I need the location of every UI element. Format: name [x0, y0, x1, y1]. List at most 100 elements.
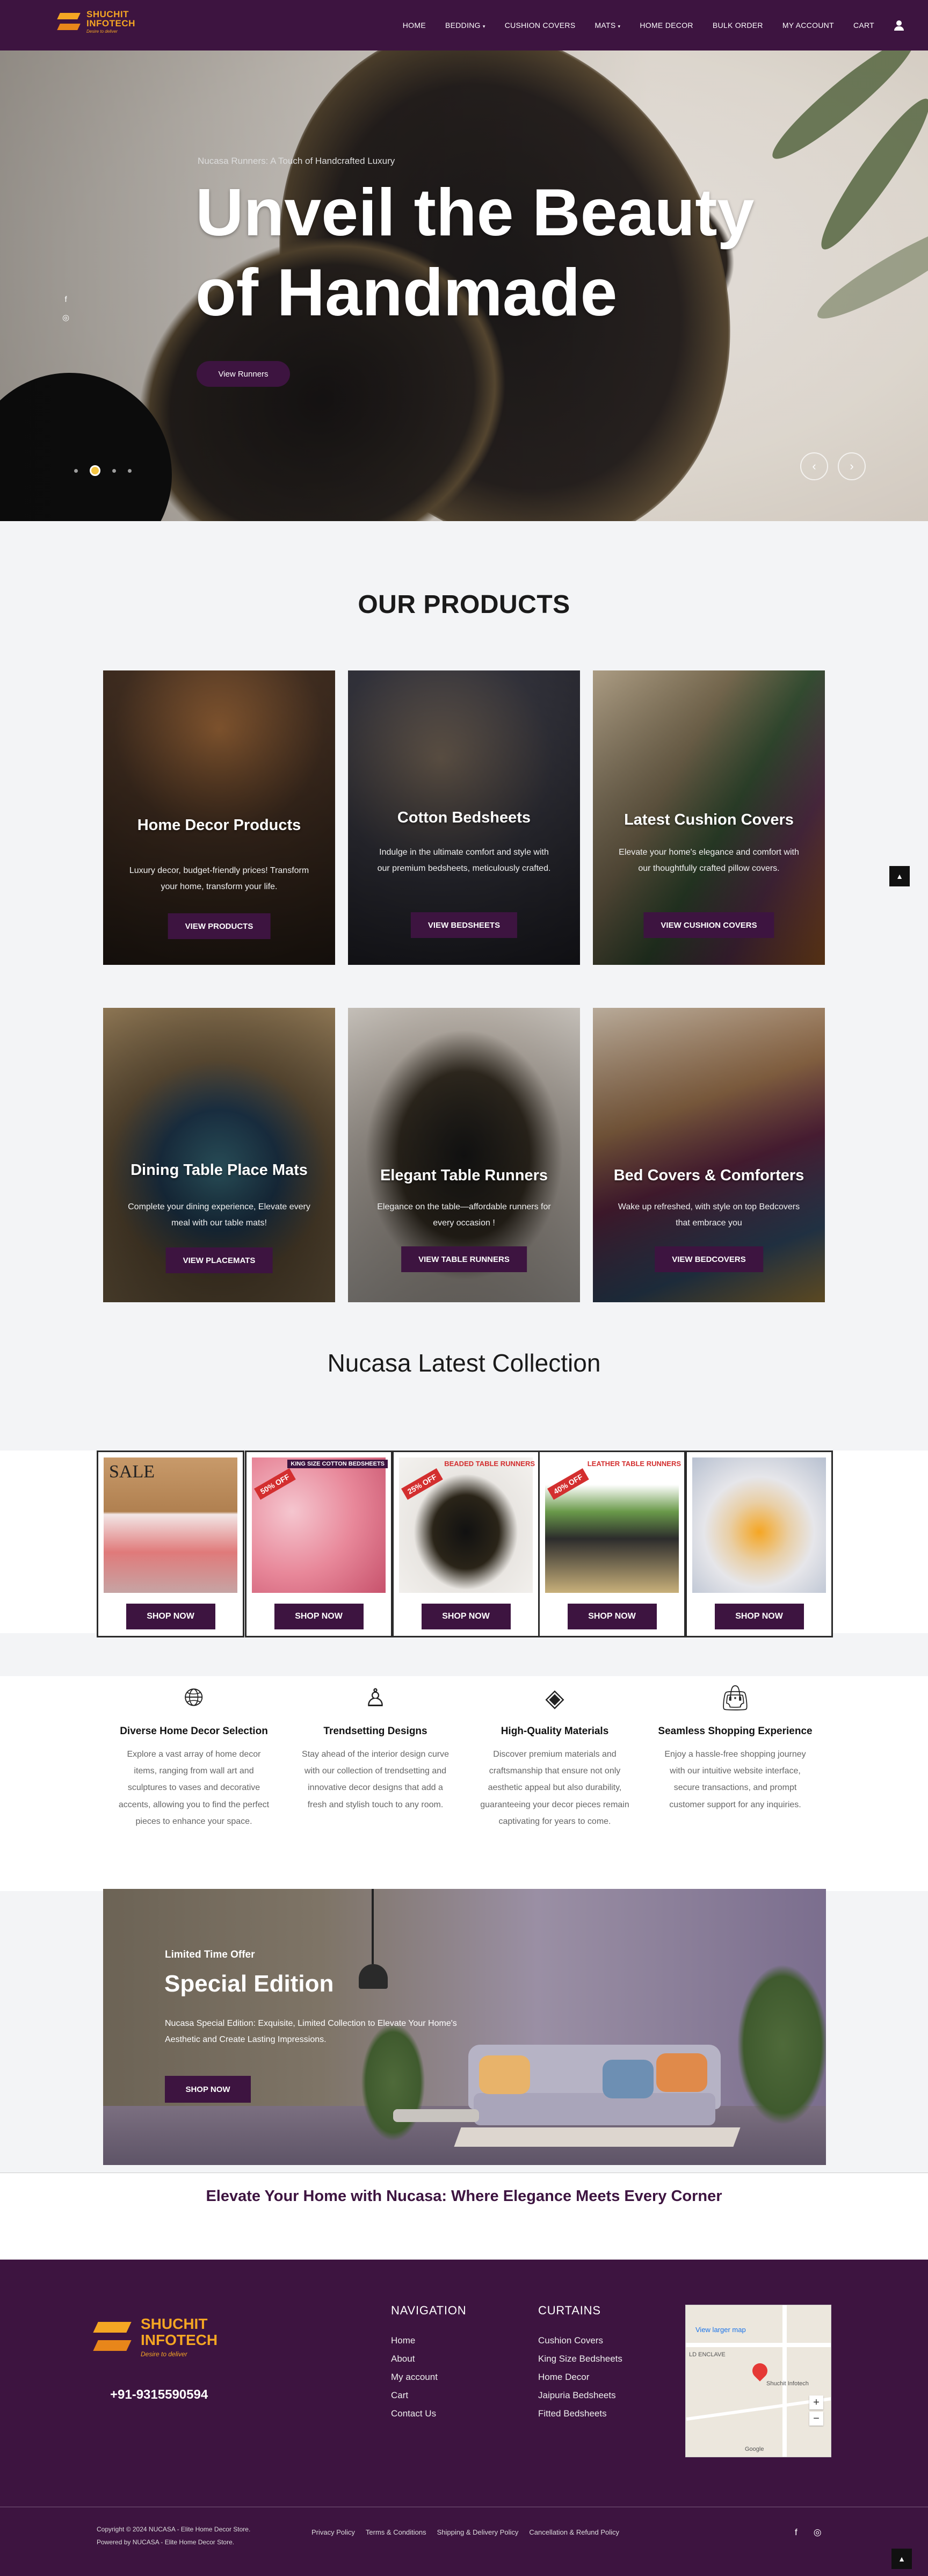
site-footer: SHUCHIT INFOTECH Desire to deliver +91-9…: [0, 2260, 928, 2576]
instagram-icon[interactable]: ◎: [62, 313, 69, 322]
product-card[interactable]: Latest Cushion Covers Elevate your home'…: [593, 670, 825, 965]
main-nav: HOME BEDDING ▾ CUSHION COVERS MATS ▾ HOME …: [403, 0, 904, 50]
product-card[interactable]: Elegant Table Runners Elegance on the ta…: [348, 1008, 580, 1302]
footer-link-fitted[interactable]: Fitted Bedsheets: [538, 2405, 622, 2423]
card-desc: Complete your dining experience, Elevate…: [128, 1202, 310, 1228]
footer-link-my-account[interactable]: My account: [391, 2368, 466, 2386]
hero-title: Unveil the Beauty of Handmade: [195, 176, 755, 330]
card-desc: Elevate your home's elegance and comfort…: [619, 848, 799, 874]
product-card[interactable]: Home Decor Products Luxury decor, budget…: [103, 670, 335, 965]
feature-item: 🌐︎ Diverse Home Decor Selection Explore …: [116, 1682, 272, 1830]
nav-home-decor[interactable]: HOME DECOR: [640, 21, 693, 30]
nav-my-account[interactable]: MY ACCOUNT: [782, 21, 834, 30]
special-edition-banner: Limited Time Offer Special Edition Nucas…: [103, 1889, 826, 2165]
shipping-policy-link[interactable]: Shipping & Delivery Policy: [437, 2528, 519, 2536]
chevron-down-icon: ▾: [618, 24, 621, 29]
view-products-button[interactable]: VIEW PRODUCTS: [168, 913, 271, 939]
footer-link-home[interactable]: Home: [391, 2332, 466, 2350]
footer-navigation: NAVIGATION Home About My account Cart Co…: [391, 2304, 466, 2423]
brand-logo[interactable]: SHUCHIT INFOTECH Desire to deliver: [56, 9, 135, 34]
slider-dot-active[interactable]: [90, 465, 100, 476]
card-title: Dining Table Place Mats: [130, 1161, 308, 1179]
shop-now-button[interactable]: SHOP NOW: [126, 1604, 215, 1629]
view-bedcovers-button[interactable]: VIEW BEDCOVERS: [655, 1246, 763, 1272]
footer-nav-heading: NAVIGATION: [391, 2304, 467, 2317]
slider-prev-icon[interactable]: ‹: [800, 452, 828, 480]
view-larger-map-link[interactable]: View larger map: [695, 2326, 746, 2334]
view-bedsheets-button[interactable]: VIEW BEDSHEETS: [410, 912, 518, 938]
footer-link-about[interactable]: About: [391, 2350, 466, 2368]
view-placemats-button[interactable]: VIEW PLACEMATS: [165, 1247, 273, 1273]
back-to-top-icon[interactable]: ▲: [889, 866, 910, 886]
product-card[interactable]: Bed Covers & Comforters Wake up refreshe…: [593, 1008, 825, 1302]
footer-link-jaipuria[interactable]: Jaipuria Bedsheets: [538, 2386, 622, 2405]
nav-home[interactable]: HOME: [403, 21, 426, 30]
site-header: SHUCHIT INFOTECH Desire to deliver HOME …: [0, 0, 928, 50]
special-shop-now-button[interactable]: SHOP NOW: [165, 2076, 251, 2103]
nav-cart[interactable]: CART: [853, 21, 874, 30]
shop-now-button[interactable]: SHOP NOW: [714, 1604, 804, 1629]
slider-next-icon[interactable]: ›: [838, 452, 866, 480]
latest-item-card[interactable]: 25% OFF BEADED TABLE RUNNERS SHOP NOW: [392, 1451, 540, 1637]
facebook-icon[interactable]: f: [64, 295, 67, 304]
footer-link-home-decor[interactable]: Home Decor: [538, 2368, 622, 2386]
product-card[interactable]: Dining Table Place Mats Complete your di…: [103, 1008, 335, 1302]
card-desc: Wake up refreshed, with style on top Bed…: [618, 1202, 800, 1228]
slider-dot[interactable]: [128, 468, 132, 473]
logo-line2: INFOTECH: [86, 18, 135, 28]
footer-link-cushion-covers[interactable]: Cushion Covers: [538, 2332, 622, 2350]
feature-desc: Stay ahead of the interior design curve …: [302, 1750, 449, 1809]
hero-social: f ◎: [62, 295, 69, 322]
feature-item: 👜︎ Seamless Shopping Experience Enjoy a …: [657, 1682, 813, 1813]
item-label: KING SIZE COTTON BEDSHEETS: [287, 1460, 388, 1468]
zoom-in-icon[interactable]: +: [809, 2395, 823, 2409]
footer-link-contact[interactable]: Contact Us: [391, 2405, 466, 2423]
facebook-icon[interactable]: f: [795, 2527, 798, 2538]
footer-social: f ◎: [795, 2527, 822, 2538]
nav-mats[interactable]: MATS ▾: [595, 21, 620, 30]
tagline: Elevate Your Home with Nucasa: Where Ele…: [206, 2188, 722, 2205]
footer-logo[interactable]: SHUCHIT INFOTECH Desire to deliver: [92, 2315, 218, 2358]
card-title: Elegant Table Runners: [380, 1167, 548, 1184]
feature-title: High-Quality Materials: [501, 1726, 609, 1737]
latest-item-card[interactable]: SHOP NOW: [685, 1451, 833, 1637]
privacy-policy-link[interactable]: Privacy Policy: [311, 2528, 355, 2536]
special-eyebrow: Limited Time Offer: [165, 1949, 255, 1960]
latest-collection-heading: Nucasa Latest Collection: [327, 1349, 601, 1377]
card-title: Latest Cushion Covers: [624, 811, 794, 828]
instagram-icon[interactable]: ◎: [814, 2527, 822, 2538]
feature-item: ♙ Trendsetting Designs Stay ahead of the…: [298, 1682, 453, 1813]
shop-now-button[interactable]: SHOP NOW: [421, 1604, 511, 1629]
nav-bulk-order[interactable]: BULK ORDER: [713, 21, 763, 30]
location-map[interactable]: View larger map LD ENCLAVE Shuchit Infot…: [685, 2305, 831, 2457]
slider-dot[interactable]: [74, 468, 78, 473]
slider-dots: [74, 465, 132, 476]
products-heading: OUR PRODUCTS: [358, 590, 570, 619]
card-title: Bed Covers & Comforters: [613, 1167, 804, 1184]
user-icon[interactable]: [894, 20, 904, 31]
footer-curtains-heading: CURTAINS: [538, 2304, 601, 2317]
feature-desc: Enjoy a hassle-free shopping journey wit…: [664, 1750, 806, 1809]
shop-now-button[interactable]: SHOP NOW: [274, 1604, 364, 1629]
view-table-runners-button[interactable]: VIEW TABLE RUNNERS: [401, 1246, 527, 1272]
view-cushion-covers-button[interactable]: VIEW CUSHION COVERS: [643, 912, 774, 938]
refund-policy-link[interactable]: Cancellation & Refund Policy: [529, 2528, 619, 2536]
sale-badge: SALE: [109, 1462, 155, 1482]
latest-item-card[interactable]: SALE SHOP NOW: [97, 1451, 244, 1637]
zoom-out-icon[interactable]: −: [809, 2412, 823, 2426]
footer-link-king-bedsheets[interactable]: King Size Bedsheets: [538, 2350, 622, 2368]
footer-phone[interactable]: +91-9315590594: [110, 2387, 208, 2402]
slider-dot[interactable]: [112, 468, 116, 473]
nav-cushion-covers[interactable]: CUSHION COVERS: [505, 21, 576, 30]
logo-icon: [92, 2315, 135, 2358]
view-runners-button[interactable]: View Runners: [197, 361, 290, 387]
footer-link-cart[interactable]: Cart: [391, 2386, 466, 2405]
card-desc: Indulge in the ultimate comfort and styl…: [377, 848, 551, 874]
nav-bedding[interactable]: BEDDING ▾: [445, 21, 485, 30]
back-to-top-icon[interactable]: ▲: [891, 2549, 912, 2569]
terms-link[interactable]: Terms & Conditions: [366, 2528, 426, 2536]
latest-item-card[interactable]: 40% OFF LEATHER TABLE RUNNERS SHOP NOW: [538, 1451, 686, 1637]
shop-now-button[interactable]: SHOP NOW: [567, 1604, 657, 1629]
product-card[interactable]: Cotton Bedsheets Indulge in the ultimate…: [348, 670, 580, 965]
latest-item-card[interactable]: 50% OFF KING SIZE COTTON BEDSHEETS SHOP …: [245, 1451, 393, 1637]
